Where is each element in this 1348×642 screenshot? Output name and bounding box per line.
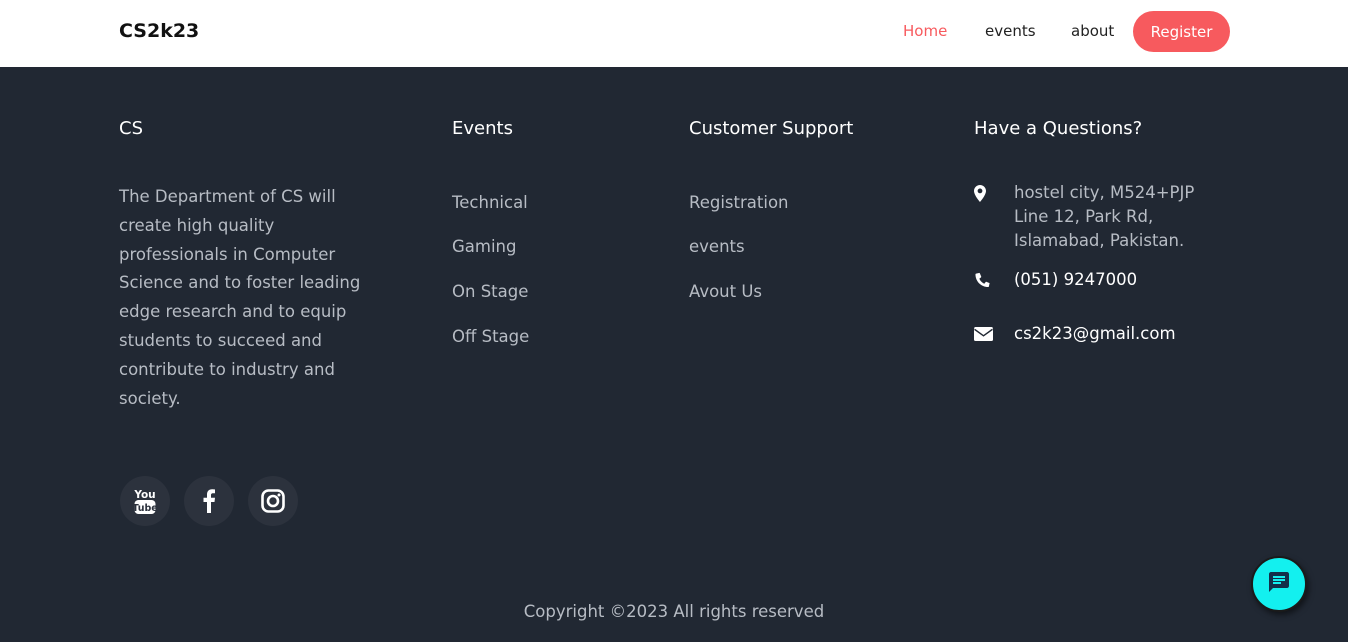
register-button[interactable]: Register (1133, 11, 1230, 52)
navbar: CS2k23 Home events about Register (0, 0, 1348, 67)
footer-link-off-stage[interactable]: Off Stage (452, 327, 529, 346)
map-marker-icon (970, 185, 990, 202)
about-text: The Department of CS will create high qu… (119, 187, 361, 408)
footer-link-technical[interactable]: Technical (452, 193, 528, 212)
footer-link-about-us[interactable]: Avout Us (689, 282, 762, 301)
instagram-icon[interactable] (248, 476, 298, 526)
contact-title: Have a Questions? (974, 118, 1143, 139)
copyright-text: Copyright ©2023 All rights reserved (523, 602, 825, 621)
nav-link-home[interactable]: Home (903, 22, 947, 40)
footer-link-on-stage[interactable]: On Stage (452, 282, 528, 301)
footer-link-events[interactable]: events (689, 237, 745, 256)
facebook-icon[interactable] (184, 476, 234, 526)
envelope-icon (973, 327, 993, 341)
svg-text:Tube: Tube (133, 503, 157, 514)
contact-email[interactable]: cs2k23@gmail.com (1014, 322, 1176, 346)
nav-link-about[interactable]: about (1071, 22, 1114, 40)
chat-icon (1267, 570, 1291, 598)
contact-phone[interactable]: (051) 9247000 (1014, 268, 1137, 292)
support-title: Customer Support (689, 118, 854, 139)
phone-icon (972, 272, 992, 287)
brand-logo[interactable]: CS2k23 (119, 20, 199, 42)
chat-button[interactable] (1251, 556, 1307, 612)
contact-address: hostel city, M524+PJP Line 12, Park Rd, … (1014, 183, 1195, 250)
events-title: Events (452, 118, 513, 139)
nav-link-events[interactable]: events (985, 22, 1036, 40)
svg-text:You: You (133, 489, 155, 501)
youtube-icon[interactable]: You Tube (120, 476, 170, 526)
about-title: CS (119, 118, 143, 139)
footer-link-registration[interactable]: Registration (689, 193, 789, 212)
footer-link-gaming[interactable]: Gaming (452, 237, 517, 256)
